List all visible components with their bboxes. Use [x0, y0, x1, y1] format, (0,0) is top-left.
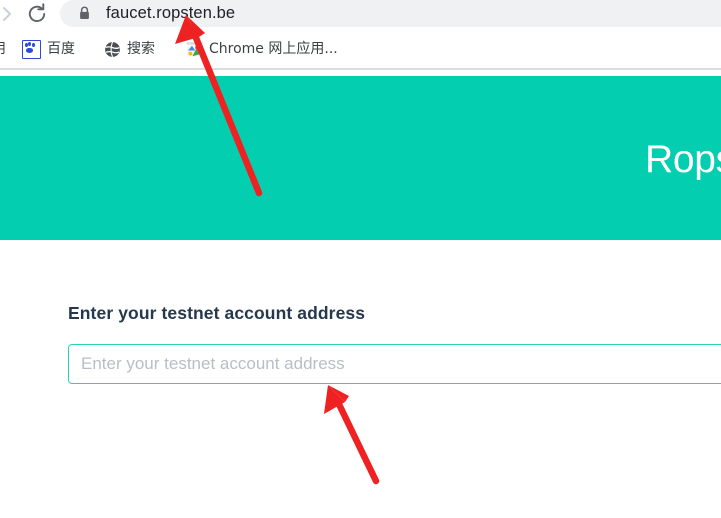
bookmark-item-baidu[interactable]: 百度 — [22, 34, 75, 64]
hero-title: Rops — [645, 138, 721, 181]
bookmark-item-clipped[interactable]: 用 — [0, 34, 6, 64]
forward-button[interactable] — [0, 4, 16, 24]
chevron-right-icon — [3, 7, 11, 21]
chrome-web-store-icon — [186, 41, 203, 58]
bookmark-label: 搜索 — [127, 41, 155, 57]
browser-toolbar: faucet.ropsten.be — [0, 0, 721, 30]
globe-icon-glyph — [105, 41, 120, 57]
faucet-form: Enter your testnet account address Send … — [0, 240, 721, 518]
lock-icon[interactable] — [78, 6, 91, 20]
bookmark-item-chrome-web-store[interactable]: Chrome 网上应用... — [186, 34, 338, 64]
lock-icon-glyph — [80, 6, 89, 19]
form-heading: Enter your testnet account address — [68, 303, 366, 323]
reload-icon — [28, 3, 46, 23]
globe-icon — [104, 41, 121, 58]
bookmark-label: 百度 — [47, 41, 75, 57]
web-page-content: Rops Enter your testnet account address … — [0, 70, 721, 518]
chrome-web-store-icon-glyph — [186, 41, 203, 57]
browser-chrome: faucet.ropsten.be 用 百度 — [0, 0, 721, 70]
reload-button[interactable] — [24, 1, 50, 27]
bookmarks-bar: 用 百度 搜索 — [0, 30, 721, 68]
testnet-address-input[interactable] — [68, 344, 721, 384]
bookmark-item-search[interactable]: 搜索 — [104, 34, 155, 64]
screenshot-root: faucet.ropsten.be 用 百度 — [0, 0, 721, 518]
baidu-paw-icon — [22, 39, 41, 59]
bookmark-label: Chrome 网上应用... — [209, 41, 338, 57]
address-bar[interactable]: faucet.ropsten.be — [60, 0, 721, 27]
address-bar-url: faucet.ropsten.be — [106, 4, 236, 22]
hero-banner: Rops — [0, 76, 721, 240]
bookmark-label: 用 — [0, 34, 6, 64]
